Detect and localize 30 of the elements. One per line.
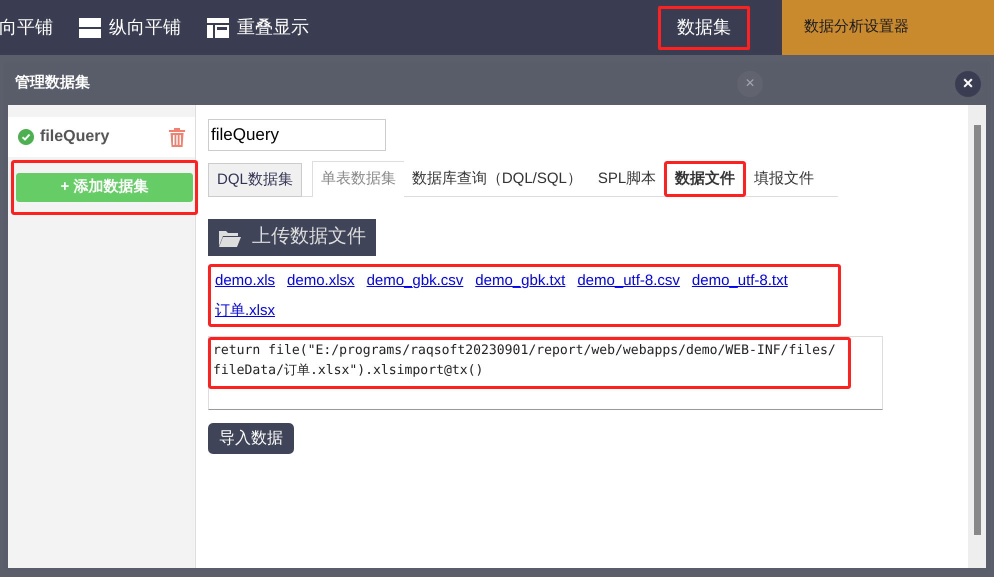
close-icon: × [737, 71, 763, 97]
toolbar-button[interactable]: 纵向平铺 [79, 14, 181, 41]
settings-tab[interactable]: 数据分析设置器 [782, 0, 994, 55]
toolbar-button[interactable]: 向平铺 [0, 14, 53, 41]
dataset-item[interactable]: fileQuery [8, 117, 195, 157]
file-link[interactable]: demo_utf-8.txt [692, 269, 788, 293]
tab[interactable]: SPL脚本 [590, 161, 664, 197]
tab[interactable]: 数据文件 [664, 161, 746, 197]
dataset-button[interactable]: 数据集 [658, 6, 750, 50]
trash-icon[interactable] [169, 128, 185, 146]
upload-button[interactable]: 上传数据文件 [208, 219, 376, 256]
import-button[interactable]: 导入数据 [208, 423, 294, 454]
close-button[interactable]: × [955, 70, 981, 96]
layout-icon [207, 16, 229, 38]
toolbar-button[interactable]: 重叠显示 [207, 14, 309, 41]
dialog-title: 管理数据集 [15, 73, 90, 94]
rows-icon [79, 16, 101, 38]
script-area[interactable]: return file("E:/programs/raqsoft20230901/report/web/webapps/demo/WEB-INF/files/fileData/订单.xlsx").xlsimport@tx() [208, 336, 883, 410]
dataset-name: fileQuery [40, 127, 110, 147]
file-link[interactable]: demo_gbk.txt [475, 269, 566, 293]
name-field[interactable]: fileQuery [208, 119, 386, 151]
tab[interactable]: 填报文件 [746, 161, 822, 197]
file-link[interactable]: demo_utf-8.csv [577, 269, 680, 293]
file-link[interactable]: demo_gbk.csv [366, 269, 464, 293]
file-link[interactable]: 订单.xlsx [215, 299, 275, 323]
script-text: return file("E:/programs/raqsoft20230901/report/web/webapps/demo/WEB-INF/files/fileData/订单.xlsx").xlsimport@tx() [213, 342, 837, 380]
tab[interactable]: DQL数据集 [208, 163, 302, 197]
file-link[interactable]: demo.xlsx [287, 269, 355, 293]
file-link[interactable]: demo.xls [215, 269, 276, 293]
tab[interactable]: 数据库查询（DQL/SQL） [404, 161, 590, 197]
